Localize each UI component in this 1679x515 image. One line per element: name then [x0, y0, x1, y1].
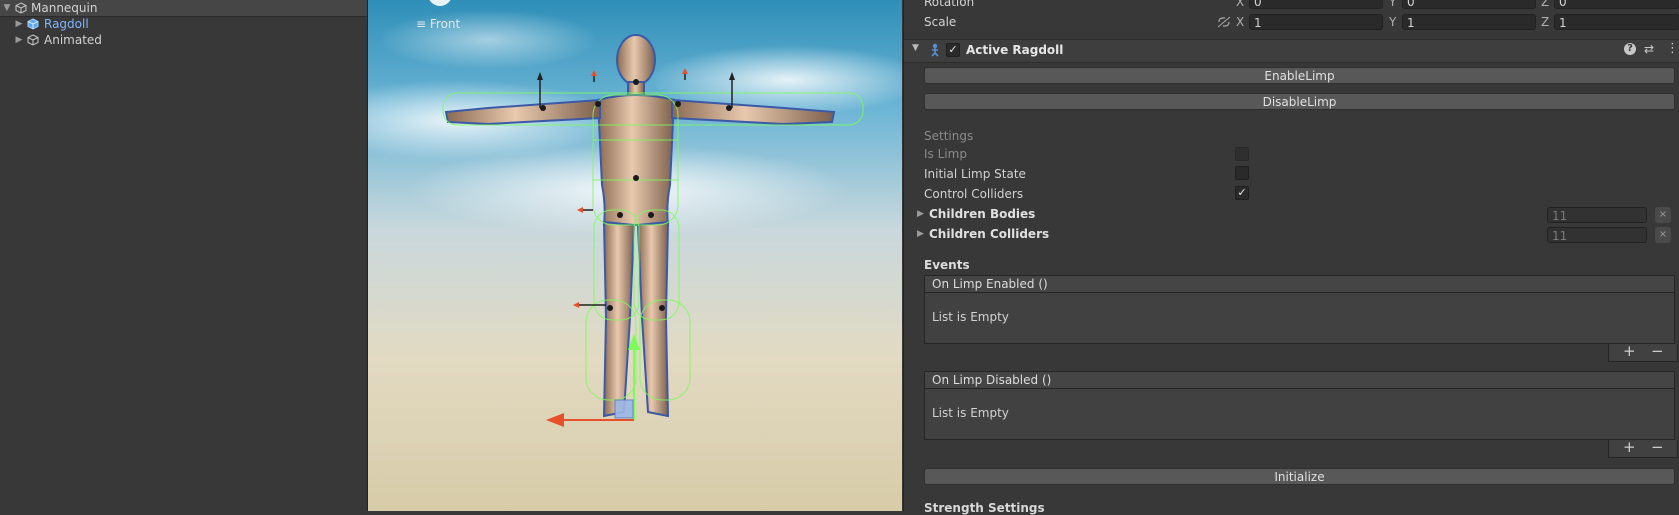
rotation-x-field[interactable]: 0	[1249, 0, 1383, 9]
script-icon	[931, 43, 939, 57]
on-limp-disabled-list: List is Empty	[924, 389, 1675, 440]
scale-label: Scale	[924, 15, 957, 29]
fold-down-icon[interactable]: ▼	[912, 43, 919, 53]
initial-limp-state-checkbox[interactable]	[1235, 166, 1249, 180]
clear-icon[interactable]: ×	[1655, 207, 1671, 223]
enable-limp-button[interactable]: EnableLimp	[924, 67, 1675, 84]
control-colliders-checkbox[interactable]: ✓	[1235, 186, 1249, 200]
rotation-x-axis: X	[1236, 0, 1245, 9]
hierarchy-label: Ragdoll	[44, 17, 89, 31]
prefab-cube-icon	[27, 18, 39, 30]
constrain-proportions-icon[interactable]	[1217, 16, 1231, 28]
hierarchy-label: Animated	[44, 33, 102, 47]
initialize-button[interactable]: Initialize	[924, 468, 1675, 485]
plus-icon[interactable]: +	[1623, 344, 1636, 359]
component-enabled-checkbox[interactable]: ✓	[946, 43, 960, 57]
scale-y-axis: Y	[1389, 15, 1397, 29]
fold-right-icon[interactable]: ▶	[917, 229, 924, 239]
clear-icon[interactable]: ×	[1655, 227, 1671, 243]
gameobject-cube-icon	[15, 2, 27, 14]
hierarchy-item-mannequin[interactable]: ▼ Mannequin	[0, 0, 367, 17]
disable-limp-button[interactable]: DisableLimp	[924, 93, 1675, 110]
minus-icon[interactable]: −	[1651, 440, 1664, 455]
events-header: Events	[924, 258, 970, 272]
rotation-z-axis: Z	[1541, 0, 1550, 9]
scale-x-field[interactable]: 1	[1249, 14, 1383, 30]
rotation-z-field[interactable]: 0	[1554, 0, 1679, 9]
scale-z-axis: Z	[1541, 15, 1550, 29]
on-limp-disabled-header: On Limp Disabled ()	[924, 371, 1675, 389]
hierarchy-label: Mannequin	[31, 1, 98, 15]
on-limp-enabled-list: List is Empty	[924, 293, 1675, 344]
component-title: Active Ragdoll	[966, 43, 1064, 57]
children-colliders-foldout[interactable]: Children Colliders	[929, 227, 1049, 241]
fold-right-icon[interactable]: ▶	[14, 16, 24, 32]
hierarchy-panel: ▼ Mannequin ▶ Ragdoll ▶ Animated	[0, 0, 368, 511]
more-options-icon[interactable]: ⋮	[1666, 41, 1679, 56]
settings-header: Settings	[924, 129, 974, 143]
list-add-remove: + −	[1608, 344, 1678, 362]
fold-right-icon[interactable]: ▶	[14, 32, 24, 48]
scene-view[interactable]	[368, 0, 902, 511]
on-limp-enabled-header: On Limp Enabled ()	[924, 275, 1675, 293]
rotation-y-axis: Y	[1389, 0, 1397, 9]
empty-list-text: List is Empty	[932, 406, 1009, 420]
gameobject-cube-icon	[27, 34, 39, 46]
is-limp-checkbox	[1235, 147, 1249, 161]
scale-y-field[interactable]: 1	[1402, 14, 1536, 30]
list-add-remove: + −	[1608, 440, 1678, 458]
minus-icon[interactable]: −	[1651, 344, 1664, 359]
scene-render[interactable]	[368, 0, 902, 511]
control-colliders-label: Control Colliders	[924, 187, 1024, 201]
plus-icon[interactable]: +	[1623, 440, 1636, 455]
children-bodies-count: 11	[1547, 207, 1647, 223]
help-icon[interactable]: ?	[1624, 43, 1636, 55]
scale-x-axis: X	[1236, 15, 1245, 29]
scene-view-label[interactable]: ≡ Front	[416, 17, 460, 31]
scale-z-field[interactable]: 1	[1554, 14, 1679, 30]
hierarchy-item-animated[interactable]: ▶ Animated	[0, 32, 367, 48]
preset-icon[interactable]: ⇄	[1644, 42, 1654, 56]
strength-settings-header: Strength Settings	[924, 501, 1045, 515]
hierarchy-item-ragdoll[interactable]: ▶ Ragdoll	[0, 16, 367, 32]
fold-down-icon[interactable]: ▼	[2, 0, 12, 16]
hamburger-icon: ≡	[416, 17, 427, 31]
children-bodies-foldout[interactable]: Children Bodies	[929, 207, 1035, 221]
is-limp-label: Is Limp	[924, 147, 967, 161]
initial-limp-state-label: Initial Limp State	[924, 167, 1026, 181]
empty-list-text: List is Empty	[932, 310, 1009, 324]
children-colliders-count: 11	[1547, 227, 1647, 243]
rotation-label: Rotation	[924, 0, 975, 9]
inspector-panel: Rotation X 0 Y 0 Z 0 Scale X 1 Y 1 Z 1 ▼…	[903, 0, 1679, 515]
component-header[interactable]: ▼ ✓ Active Ragdoll ? ⇄ ⋮	[904, 39, 1679, 63]
view-label: Front	[429, 17, 461, 31]
fold-right-icon[interactable]: ▶	[917, 209, 924, 219]
rotation-y-field[interactable]: 0	[1402, 0, 1536, 9]
